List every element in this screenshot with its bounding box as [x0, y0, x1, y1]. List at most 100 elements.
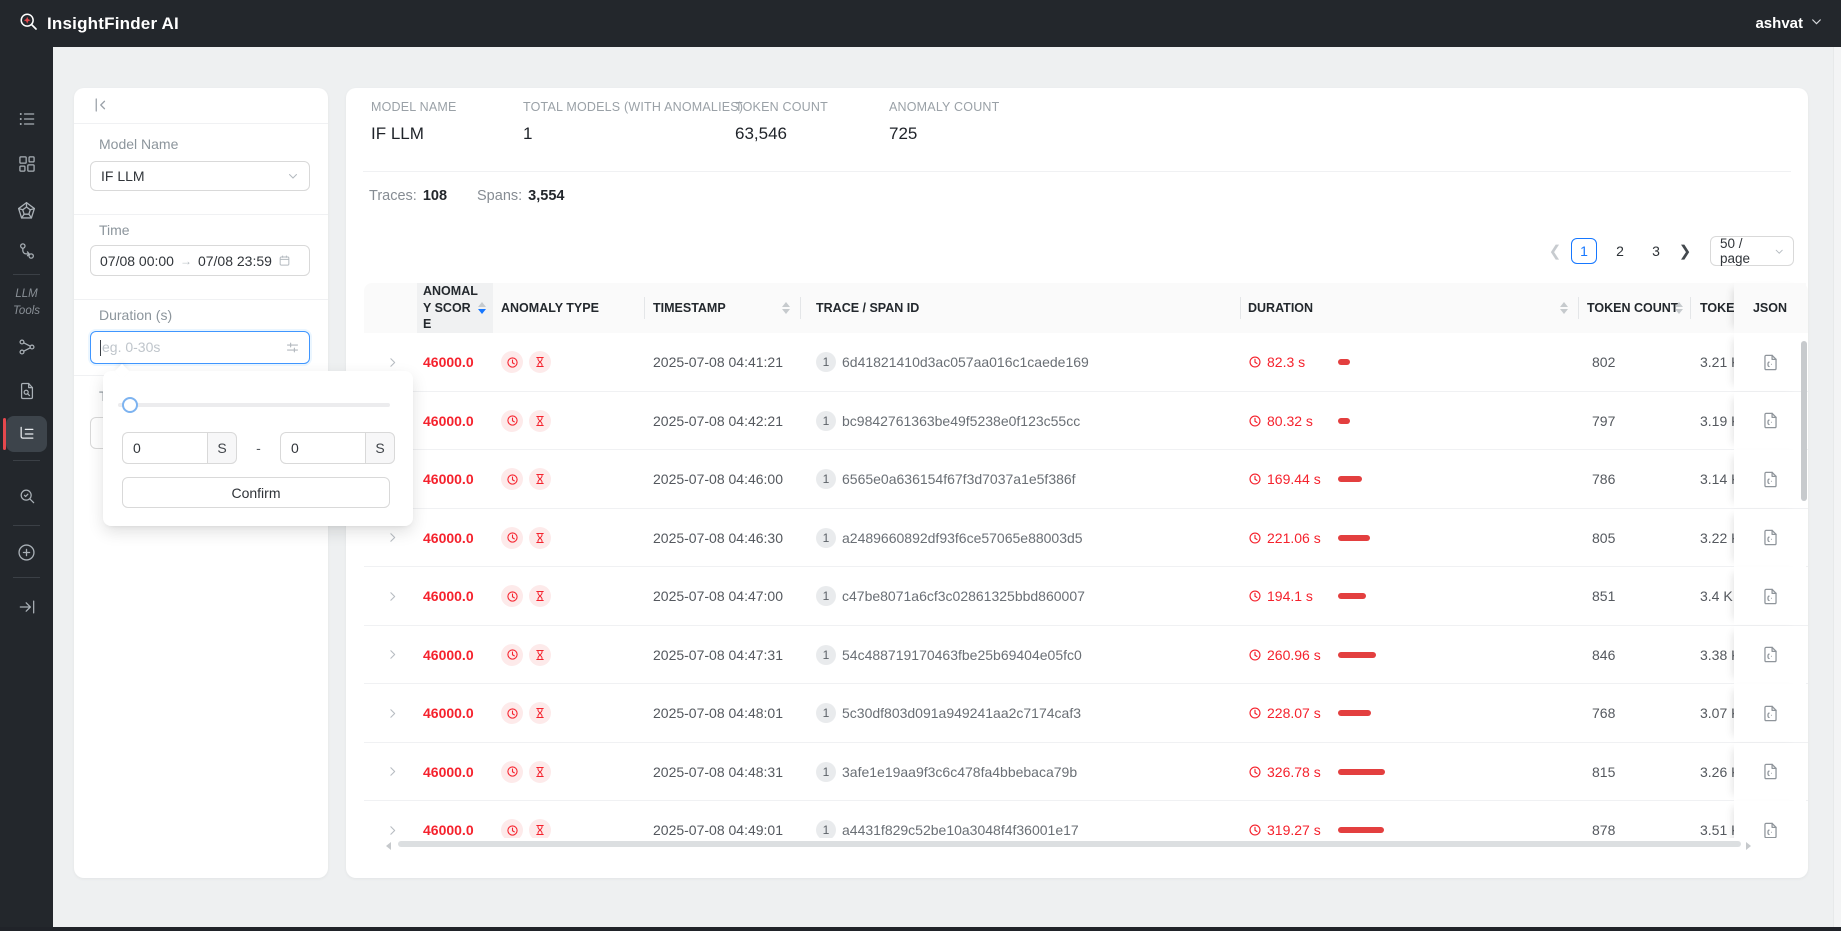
scroll-right-icon[interactable] — [1746, 842, 1751, 850]
clock-anomaly-icon[interactable] — [501, 526, 523, 549]
anomaly-score-value: 46000.0 — [423, 763, 474, 780]
duration-min-input[interactable] — [122, 432, 207, 464]
trace-id-value[interactable]: a4431f829c52be10a3048f4f36001e17 — [842, 801, 1079, 838]
column-timestamp[interactable]: TIMESTAMP — [653, 283, 726, 333]
hourglass-anomaly-icon[interactable] — [529, 409, 551, 432]
expand-row-button[interactable] — [380, 801, 404, 838]
horizontal-scrollbar[interactable] — [398, 841, 1741, 847]
span-count-badge: 1 — [816, 761, 836, 782]
trace-id-value[interactable]: 54c488719170463fbe25b69404e05fc0 — [842, 626, 1082, 684]
hourglass-anomaly-icon[interactable] — [529, 526, 551, 549]
expand-row-button[interactable] — [380, 684, 404, 742]
header-separator — [1690, 297, 1691, 319]
next-page-icon[interactable]: ❯ — [1674, 242, 1696, 260]
divider — [74, 299, 328, 300]
json-view-button[interactable] — [1734, 742, 1806, 801]
stat-anomaly-count: ANOMALY COUNT 725 — [889, 100, 1000, 144]
duration-input[interactable]: eg. 0-30s — [90, 331, 310, 364]
clock-icon — [1249, 707, 1261, 719]
user-menu[interactable]: ashvat — [1755, 15, 1823, 32]
page-scrollbar-track[interactable] — [1833, 47, 1841, 931]
hourglass-anomaly-icon[interactable] — [529, 819, 551, 838]
prev-page-icon[interactable]: ❮ — [1544, 242, 1566, 260]
json-view-button[interactable] — [1734, 333, 1806, 391]
timestamp-value: 2025-07-08 04:42:21 — [653, 412, 783, 429]
hourglass-anomaly-icon[interactable] — [529, 760, 551, 783]
expand-row-button[interactable] — [380, 567, 404, 625]
trace-id-value[interactable]: 6565e0a636154f67f3d7037a1e5f386f — [842, 450, 1076, 508]
clock-anomaly-icon[interactable] — [501, 643, 523, 666]
sidebar-item-list[interactable] — [0, 101, 53, 137]
clock-anomaly-icon[interactable] — [501, 760, 523, 783]
column-label: TRACE / SPAN ID — [816, 301, 920, 315]
sidebar-item-llm-traces-active[interactable] — [6, 416, 47, 452]
expand-row-button[interactable] — [380, 626, 404, 684]
trace-id-value[interactable]: 6d41821410d3ac057aa016c1caede169 — [842, 333, 1089, 391]
sidebar-item-add[interactable] — [0, 534, 53, 570]
clock-anomaly-icon[interactable] — [501, 409, 523, 432]
scroll-left-icon[interactable] — [386, 842, 391, 850]
hourglass-anomaly-icon[interactable] — [529, 468, 551, 490]
sidebar-item-dashboard[interactable] — [0, 146, 53, 182]
expand-row-button[interactable] — [380, 743, 404, 801]
sort-anomaly-score[interactable] — [478, 302, 486, 314]
clock-anomaly-icon[interactable] — [501, 585, 523, 607]
sort-token-count[interactable] — [1675, 302, 1683, 314]
hourglass-anomaly-icon[interactable] — [529, 351, 551, 373]
sidebar-item-trace-flow[interactable] — [0, 233, 53, 269]
clock-anomaly-icon[interactable] — [501, 819, 523, 838]
hourglass-anomaly-icon[interactable] — [529, 585, 551, 607]
page-button-3[interactable]: 3 — [1643, 238, 1669, 264]
hourglass-anomaly-icon[interactable] — [529, 643, 551, 666]
column-duration[interactable]: DURATION — [1248, 283, 1313, 333]
time-range-picker[interactable]: 07/08 00:00 → 07/08 23:59 — [90, 245, 310, 276]
seconds-unit: S — [207, 432, 237, 464]
trace-id-value[interactable]: c47be8071a6cf3c02861325bbd860007 — [842, 567, 1085, 625]
sidebar-item-share-nodes[interactable] — [0, 329, 53, 365]
page-size-select[interactable]: 50 / page — [1710, 236, 1794, 266]
json-view-button[interactable] — [1734, 508, 1806, 567]
trace-id-value[interactable]: 3afe1e19aa9f3c6c478fa4bbebaca79b — [842, 743, 1077, 801]
json-view-button[interactable] — [1734, 801, 1806, 838]
sliders-icon[interactable] — [285, 340, 300, 355]
json-view-button[interactable] — [1734, 450, 1806, 508]
sort-timestamp[interactable] — [782, 302, 790, 314]
duration-max-input[interactable] — [280, 432, 365, 464]
trace-id-value[interactable]: 5c30df803d091a949241aa2c7174caf3 — [842, 684, 1081, 742]
page-button-2[interactable]: 2 — [1607, 238, 1633, 264]
sidebar-item-search[interactable] — [0, 478, 53, 514]
span-count-badge: 1 — [816, 703, 836, 723]
trace-id-value[interactable]: a2489660892df93f6ce57065e88003d5 — [842, 509, 1083, 567]
json-file-icon — [1763, 588, 1777, 604]
column-label: ANOMALY TYPE — [501, 301, 599, 315]
sidebar-item-file-search[interactable] — [0, 373, 53, 409]
duration-slider-handle[interactable] — [122, 397, 138, 413]
model-name-select[interactable]: IF LLM — [90, 161, 310, 191]
confirm-button[interactable]: Confirm — [122, 477, 390, 508]
duration-cell: 169.44 s — [1248, 450, 1321, 508]
sidebar-divider — [13, 525, 40, 526]
stat-value: 63,546 — [735, 124, 787, 143]
duration-slider-track[interactable] — [118, 397, 390, 413]
sidebar-item-expand[interactable] — [0, 589, 53, 625]
clock-icon — [1249, 531, 1261, 544]
clock-anomaly-icon[interactable] — [501, 351, 523, 373]
json-view-button[interactable] — [1734, 684, 1806, 742]
clock-anomaly-icon[interactable] — [501, 468, 523, 490]
duration-cell: 221.06 s — [1248, 509, 1321, 567]
collapse-panel-icon[interactable] — [91, 96, 109, 114]
trace-id-value[interactable]: bc9842761363be49f5238e0f123c55cc — [842, 392, 1080, 450]
hourglass-anomaly-icon[interactable] — [529, 702, 551, 724]
sidebar-item-radar[interactable] — [0, 192, 53, 228]
json-view-button[interactable] — [1734, 625, 1806, 684]
anomaly-score-value: 46000.0 — [423, 412, 474, 429]
vertical-scrollbar[interactable] — [1801, 341, 1807, 501]
sort-duration[interactable] — [1560, 302, 1568, 314]
column-token-count[interactable]: TOKEN COUNT — [1587, 283, 1678, 333]
json-view-button[interactable] — [1734, 391, 1806, 450]
clock-anomaly-icon[interactable] — [501, 702, 523, 724]
json-view-button[interactable] — [1734, 567, 1806, 625]
page-button-1[interactable]: 1 — [1571, 238, 1597, 264]
token-count-value: 768 — [1592, 705, 1616, 721]
duration-max-group: S — [280, 432, 395, 464]
